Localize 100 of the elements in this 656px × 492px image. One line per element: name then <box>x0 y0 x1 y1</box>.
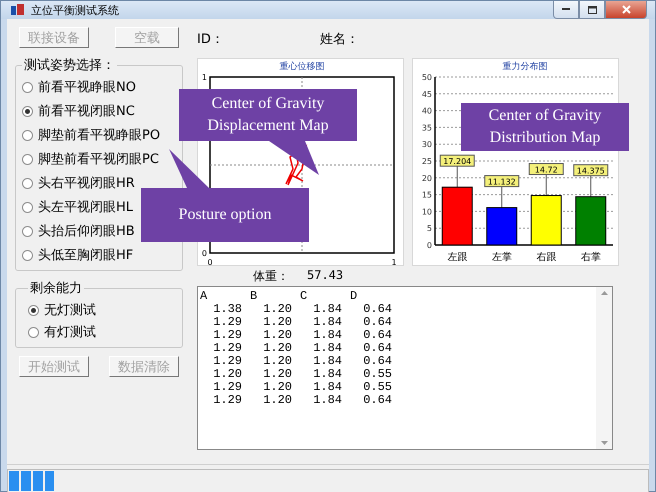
value-label: 11.132 <box>484 175 520 188</box>
column-header: A <box>200 289 208 302</box>
radio-option[interactable]: 脚垫前看平视睁眼PO <box>22 126 160 144</box>
x-tick-label: 1 <box>391 258 397 267</box>
radio-option[interactable]: 有灯测试 <box>28 323 96 341</box>
table-cell-text: 0.64 <box>362 341 393 354</box>
column-header: B <box>250 289 258 302</box>
id-label: ID： <box>197 31 224 49</box>
table-cell-text: 1.29 <box>212 380 243 393</box>
close-icon <box>622 5 630 14</box>
annotation-callout: Center of Gravity Distribution Map <box>461 103 629 151</box>
table-cell-text: 0.64 <box>362 315 393 328</box>
y-tick-label: 10 <box>422 207 432 216</box>
data-label: 14.375 <box>576 166 605 176</box>
data-label: 11.132 <box>488 178 516 187</box>
y-tick-label: 0 <box>202 249 207 258</box>
radio-option[interactable]: 头低至胸闭眼HF <box>22 246 134 264</box>
x-tick-label: 0 <box>207 258 213 267</box>
table-cell-text: 1.29 <box>212 354 243 367</box>
callout-pointer <box>169 149 209 188</box>
table-cell-text: 0.55 <box>362 380 393 393</box>
table-cell-text: 1.20 <box>262 341 293 354</box>
table-cell-text: 1.20 <box>262 302 293 315</box>
y-tick-label: 25 <box>422 157 432 166</box>
table-cell-text: 1.20 <box>262 354 293 367</box>
table-cell-text: 1.84 <box>312 393 343 406</box>
category-label: 左掌 <box>492 252 512 263</box>
y-tick-label: 35 <box>422 123 432 132</box>
radio-dot-icon[interactable] <box>22 106 33 116</box>
value-label: 17.204 <box>440 154 475 167</box>
radio-option[interactable]: 头右平视闭眼HR <box>22 174 135 192</box>
radio-dot-icon[interactable] <box>28 326 39 338</box>
scrollbar[interactable] <box>596 287 612 449</box>
y-tick-label: 40 <box>422 106 432 116</box>
app-icon <box>11 4 25 16</box>
value-label: 14.72 <box>528 163 564 176</box>
minimize-button[interactable] <box>553 1 579 19</box>
radio-option[interactable]: 头左平视闭眼HL <box>22 198 134 216</box>
column-header: C <box>300 289 308 302</box>
y-tick-label: 5 <box>426 224 432 234</box>
scroll-up-icon[interactable] <box>600 291 608 295</box>
radio-option[interactable]: 前看平视闭眼NC <box>22 102 135 120</box>
radio-option[interactable]: 前看平视睁眼NO <box>22 78 136 96</box>
table-cell-text: 0.55 <box>362 367 393 380</box>
table-cell-text: 1.20 <box>262 367 293 380</box>
table-cell-text: 1.84 <box>312 341 343 354</box>
maximize-button[interactable] <box>579 1 605 19</box>
data-label: 14.72 <box>534 166 558 175</box>
weight-value: 57.43 <box>307 268 344 284</box>
y-tick-label: 30 <box>422 140 432 150</box>
radio-dot-icon[interactable] <box>22 178 33 188</box>
table-cell-text: 0.64 <box>362 328 393 341</box>
table-cell-text: 1.84 <box>312 302 343 315</box>
table-cell-text: 0.64 <box>362 302 393 315</box>
table-cell-text: 1.84 <box>312 315 343 328</box>
radio-dot-icon[interactable] <box>28 304 39 316</box>
scroll-down-icon[interactable] <box>600 441 608 445</box>
table-cell-text: 0.64 <box>362 354 393 367</box>
category-label: 右掌 <box>580 252 601 263</box>
maximize-icon <box>588 6 596 14</box>
chart-title: 重心位移图 <box>280 62 324 72</box>
table-cell-text: 1.29 <box>212 393 243 406</box>
category-label: 左跟 <box>447 252 468 263</box>
table-cell-text: 1.84 <box>312 380 343 393</box>
table-cell-text: 1.84 <box>312 367 343 380</box>
radio-option[interactable]: 脚垫前看平视闭眼PC <box>22 150 159 168</box>
y-tick-label: 50 <box>422 73 432 82</box>
radio-option[interactable]: 无灯测试 <box>28 301 96 319</box>
group-title: 测试姿势选择： <box>23 57 116 74</box>
y-tick-label: 0 <box>426 241 432 250</box>
name-label: 姓名： <box>320 31 359 49</box>
radio-dot-icon[interactable] <box>22 154 33 164</box>
radio-option[interactable]: 头抬后仰闭眼HB <box>22 222 135 240</box>
column-header: D <box>350 289 358 302</box>
chart-title: 重力分布图 <box>502 62 548 72</box>
y-tick-label: 45 <box>422 90 432 99</box>
data-text-area[interactable]: A B C D 1.38 1.20 1.84 0.64 1.29 1.20 1.84 0.64 1.29 1.20 1.84 0.64 1.29 1.20 1.84 0.64 1.29 1.20 1.84 0.64 1.20 1.20 1.84 0.55 1.29 1.20 1.84 0.55 1.29 1.20 1.84 0.64 <box>197 286 613 450</box>
value-label: 14.375 <box>573 164 608 176</box>
radio-dot-icon[interactable] <box>22 202 33 212</box>
table-cell-text: 1.29 <box>212 341 243 354</box>
table-cell-text: 1.20 <box>262 380 293 393</box>
y-tick-label: 20 <box>422 174 432 183</box>
radio-dot-icon[interactable] <box>22 250 33 260</box>
group-title: 剩余能力 <box>29 280 83 297</box>
close-button[interactable] <box>605 1 647 19</box>
table-cell-text: 1.38 <box>212 302 243 315</box>
weight-label: 体重： <box>253 268 289 285</box>
data-label: 17.204 <box>443 157 472 166</box>
radio-dot-icon[interactable] <box>22 226 33 236</box>
table-cell-text: 1.84 <box>312 328 343 341</box>
y-tick-label: 1 <box>202 73 207 82</box>
radio-dot-icon[interactable] <box>22 82 33 92</box>
radio-dot-icon[interactable] <box>22 130 33 140</box>
minimize-icon <box>562 8 570 11</box>
table-cell-text: 1.84 <box>312 354 343 367</box>
window-title: 立位平衡测试系统 <box>31 2 119 18</box>
table-cell-text: 1.20 <box>262 328 293 341</box>
table-cell-text: 1.20 <box>262 393 293 406</box>
callout-pointer <box>269 141 319 175</box>
table-cell-text: 1.20 <box>262 315 293 328</box>
